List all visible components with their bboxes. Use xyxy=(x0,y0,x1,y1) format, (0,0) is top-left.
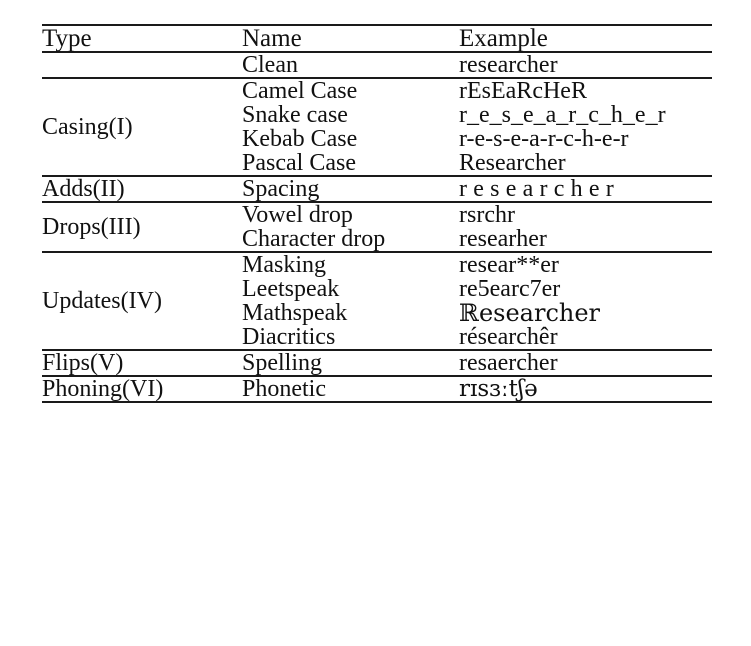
cell-name: Diacritics xyxy=(242,324,336,350)
cell-name: Phonetic xyxy=(242,375,459,403)
cell-name: Spelling xyxy=(242,349,459,376)
cell-name: Vowel drop xyxy=(242,201,459,227)
cell-example: rɪsɜːtʃə xyxy=(459,375,712,403)
cell-name: Pascal Case xyxy=(242,150,356,176)
cell-example: re5earc7er xyxy=(459,276,561,302)
table-header: Type Name Example xyxy=(42,24,712,52)
cell-example: r-e-s-e-a-r-c-h-e-r xyxy=(459,126,629,152)
cell-name: Leetspeak xyxy=(242,276,340,302)
table-container: Type Name Example Clean researcher Casing(… xyxy=(42,24,712,403)
table-row: Drops(III) Vowel drop rsrchr xyxy=(42,201,712,252)
cell-type xyxy=(42,51,242,78)
column-header-type: Type xyxy=(42,24,242,52)
cell-name: Mathspeak xyxy=(242,300,348,326)
cell-example: ℝesearcher xyxy=(459,299,601,327)
cell-example: Researcher xyxy=(459,150,566,176)
table-row: Phoning(VI) Phonetic rɪsɜːtʃə xyxy=(42,375,712,403)
cell-example: rEsEaRcHeR xyxy=(459,77,712,103)
table-header-row: Type Name Example xyxy=(42,24,712,52)
cell-name: Spacing xyxy=(242,175,459,202)
cell-example: r_e_s_e_a_r_c_h_e_r xyxy=(459,102,666,128)
table-row: Casing(I) Camel Case rEsEaRcHeR xyxy=(42,77,712,176)
cell-type: Flips(V) xyxy=(42,349,242,376)
cell-name: Snake case xyxy=(242,102,348,128)
cell-type: Adds(II) xyxy=(42,175,242,202)
table-row: Clean researcher xyxy=(42,51,712,78)
cell-example: researcher xyxy=(459,51,712,78)
table-row: Flips(V) Spelling resaercher xyxy=(42,349,712,376)
transformation-types-table: Type Name Example Clean researcher Casing(… xyxy=(42,24,712,403)
cell-name: Kebab Case xyxy=(242,126,358,152)
cell-example: resaercher xyxy=(459,349,712,376)
cell-example: résearchêr xyxy=(459,324,558,350)
cell-type: Casing(I) xyxy=(42,77,242,176)
column-header-name: Name xyxy=(242,24,459,52)
cell-example: rsrchr xyxy=(459,201,712,227)
cell-name: Character drop xyxy=(242,226,386,252)
column-header-example: Example xyxy=(459,24,712,52)
cell-name: Clean xyxy=(242,51,459,78)
cell-example: resear**er xyxy=(459,251,712,277)
cell-name: Masking xyxy=(242,251,459,277)
cell-example: researcher xyxy=(459,175,712,202)
cell-type: Drops(III) xyxy=(42,201,242,252)
cell-example: researher xyxy=(459,226,547,252)
cell-name: Camel Case xyxy=(242,77,459,103)
table-row: Updates(IV) Masking resear**er xyxy=(42,251,712,350)
cell-type: Phoning(VI) xyxy=(42,375,242,403)
table-row: Adds(II) Spacing researcher xyxy=(42,175,712,202)
cell-type: Updates(IV) xyxy=(42,251,242,350)
table-body: Clean researcher Casing(I) Camel Case rEsEaR… xyxy=(42,51,712,403)
